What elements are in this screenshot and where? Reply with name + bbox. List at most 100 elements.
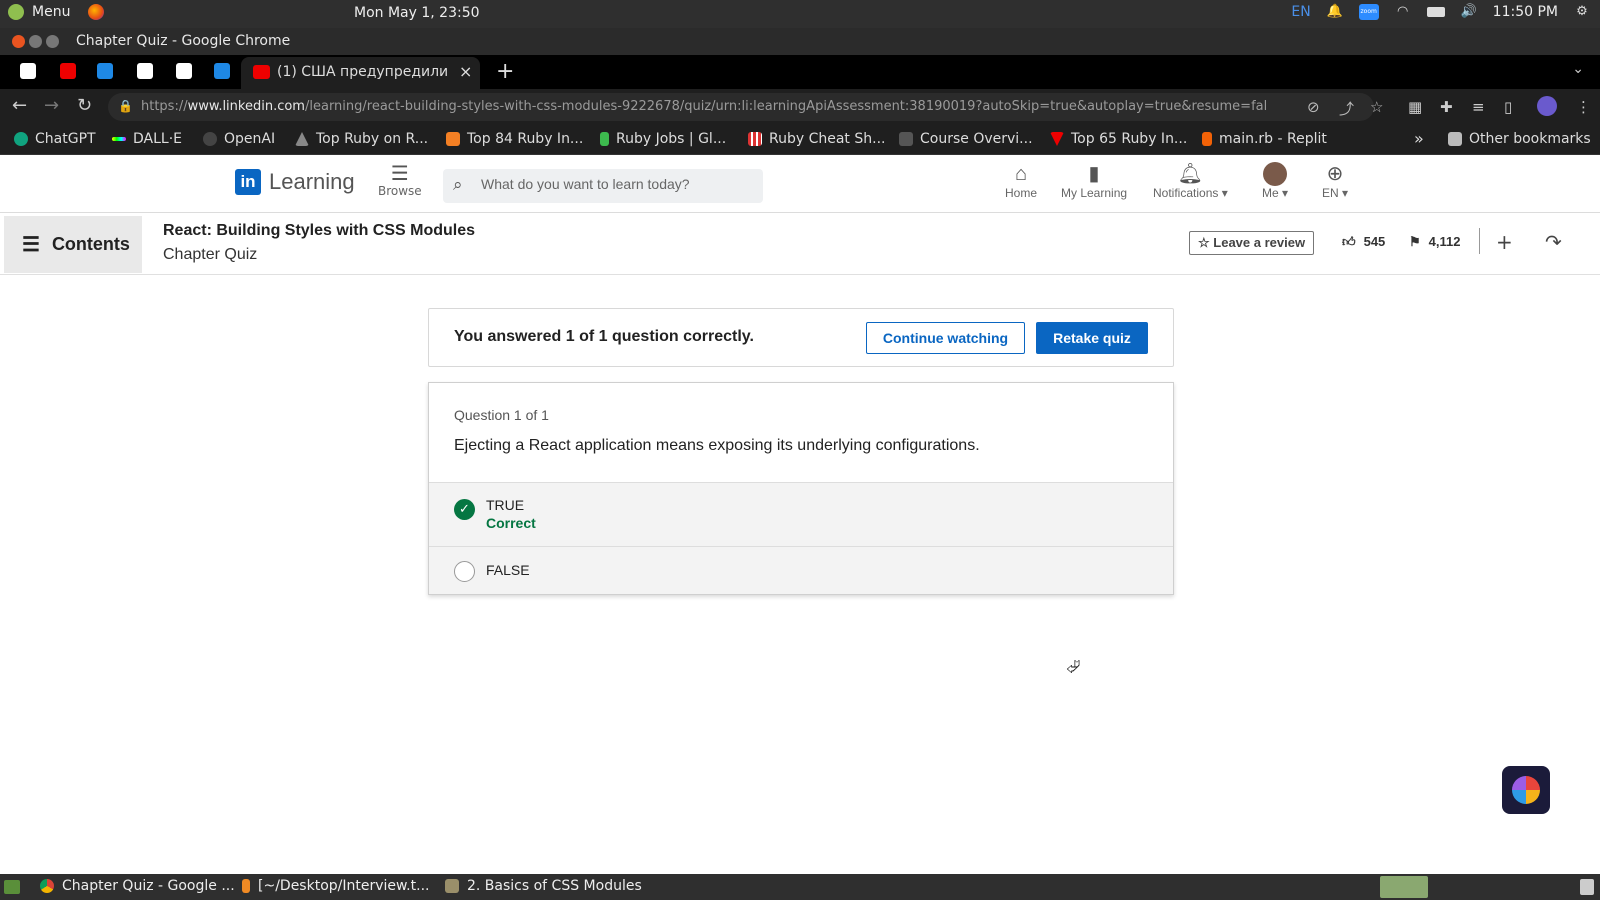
bookmark-icon <box>748 132 762 146</box>
answer-option-false[interactable]: FALSE <box>429 546 1173 594</box>
share-icon[interactable]: ⤴ <box>1339 98 1354 119</box>
bookmark-item[interactable]: main.rb - Replit <box>1202 131 1327 147</box>
url-path: /learning/react-building-styles-with-css… <box>304 99 1266 114</box>
workspace-indicator[interactable] <box>1380 876 1428 898</box>
continue-watching-button[interactable]: Continue watching <box>866 322 1025 354</box>
bookmark-item[interactable]: Top Ruby on R... <box>295 131 428 147</box>
address-bar[interactable]: 🔒 https://www.linkedin.com/learning/reac… <box>108 93 1383 121</box>
bookmarks-overflow-icon[interactable]: » <box>1414 129 1424 148</box>
star-outline-icon: ☆ <box>1198 235 1210 250</box>
bookmark-item[interactable]: Ruby Cheat Sh... <box>748 131 885 147</box>
share-arrow-icon[interactable]: ↷ <box>1545 230 1562 254</box>
mountain-icon <box>295 132 309 146</box>
os-datetime[interactable]: Mon May 1, 23:50 <box>354 5 480 21</box>
close-tab-icon[interactable]: × <box>459 62 472 81</box>
trash-icon[interactable] <box>1580 879 1594 895</box>
bookmark-label: Top 84 Ruby In... <box>467 131 584 147</box>
nav-home[interactable]: ⌂ Home <box>1005 162 1037 200</box>
url-prefix: https:// <box>141 99 188 114</box>
taskbar-item-editor[interactable]: [~/Desktop/Interview.t... <box>242 878 429 894</box>
contents-label: Contents <box>51 234 130 254</box>
firefox-icon[interactable] <box>88 4 105 20</box>
window-close-icon[interactable] <box>12 35 25 48</box>
chatgpt-icon <box>14 132 28 146</box>
window-minimize-icon[interactable] <box>29 35 42 48</box>
new-tab-button[interactable]: + <box>496 59 514 84</box>
bookmark-item[interactable]: DALL·E <box>112 131 182 147</box>
settings-gear-icon[interactable]: ⚙ <box>1574 5 1590 19</box>
bookmark-item[interactable]: Top 65 Ruby In... <box>1050 131 1187 147</box>
qr-code-icon[interactable]: ▦ <box>1408 98 1422 116</box>
nav-language[interactable]: ⊕ EN ▾ <box>1322 162 1348 200</box>
tab-medium-icon[interactable] <box>137 63 153 79</box>
window-maximize-icon[interactable] <box>46 35 59 48</box>
retake-quiz-button[interactable]: Retake quiz <box>1036 322 1148 354</box>
other-bookmarks[interactable]: Other bookmarks <box>1448 131 1591 147</box>
search-box[interactable]: ⌕ <box>443 169 763 203</box>
lock-icon[interactable]: 🔒 <box>118 99 133 113</box>
contents-button[interactable]: ☰ Contents <box>4 216 142 273</box>
tab-search-icon[interactable]: ⌄ <box>1572 61 1584 77</box>
forward-icon[interactable]: → <box>44 95 59 116</box>
taskbar-item-folder[interactable]: 2. Basics of CSS Modules <box>445 878 642 894</box>
tab-medium-icon[interactable] <box>20 63 36 79</box>
os-clock[interactable]: 11:50 PM <box>1493 4 1558 20</box>
browse-button[interactable]: ☰ Browse <box>378 162 422 198</box>
nav-me[interactable]: Me ▾ <box>1262 162 1288 200</box>
bookmark-item[interactable]: Top 84 Ruby In... <box>446 131 583 147</box>
tab-video-icon[interactable] <box>97 63 113 79</box>
bookmark-icon: ⚑ <box>1409 234 1421 249</box>
reading-list-icon[interactable]: ≡ <box>1472 98 1485 116</box>
chat-widget-button[interactable] <box>1502 766 1550 814</box>
zoom-tray-icon[interactable]: zoom <box>1358 4 1379 20</box>
add-icon[interactable]: + <box>1496 230 1513 254</box>
star-icon[interactable]: ☆ <box>1370 98 1383 116</box>
like-button[interactable]: 👍︎ 545 <box>1342 234 1385 250</box>
notification-bell-icon[interactable]: 🔔 <box>1327 5 1343 19</box>
wifi-icon[interactable]: ◠ <box>1395 5 1411 19</box>
tab-medium-icon[interactable] <box>176 63 192 79</box>
window-title: Chapter Quiz - Google Chrome <box>76 33 291 49</box>
nav-my-learning[interactable]: ▮ My Learning <box>1061 162 1127 200</box>
course-title[interactable]: React: Building Styles with CSS Modules <box>163 222 475 240</box>
youtube-icon <box>253 65 270 79</box>
kebab-menu-icon[interactable]: ⋮ <box>1576 98 1591 116</box>
window-titlebar: Chapter Quiz - Google Chrome <box>0 28 1600 55</box>
extensions-icon[interactable]: ✚ <box>1440 98 1453 116</box>
tab-video-icon[interactable] <box>214 63 230 79</box>
bell-icon: 🔔︎ <box>1177 163 1204 185</box>
folder-icon <box>445 879 459 893</box>
search-input[interactable] <box>481 176 751 192</box>
back-icon[interactable]: ← <box>12 95 27 116</box>
tab-active[interactable]: (1) США предупредили К × <box>241 57 480 89</box>
openai-icon <box>203 132 217 146</box>
leave-review-button[interactable]: ☆ Leave a review <box>1189 231 1315 255</box>
reload-icon[interactable]: ↻ <box>77 95 92 116</box>
show-desktop-icon[interactable] <box>4 880 20 894</box>
linkedin-learning-logo[interactable]: in Learning <box>235 169 355 195</box>
correct-status: Correct <box>486 515 536 531</box>
browser-toolbar: ← → ↻ 🔒 https://www.linkedin.com/learnin… <box>0 89 1600 125</box>
taskbar-item-chrome[interactable]: Chapter Quiz - Google ... <box>40 878 235 894</box>
battery-icon[interactable] <box>1426 7 1445 17</box>
url-text[interactable]: https://www.linkedin.com/learning/react-… <box>141 99 1266 114</box>
answer-option-true[interactable]: ✓ TRUE Correct <box>429 482 1173 546</box>
profile-avatar-icon[interactable] <box>1537 96 1557 116</box>
save-count: 4,112 <box>1428 234 1461 249</box>
eye-off-icon[interactable]: ⊘ <box>1307 98 1320 116</box>
os-menu-button[interactable]: Menu <box>8 4 105 20</box>
like-count: 545 <box>1363 234 1386 249</box>
volume-icon[interactable]: 🔊 <box>1461 5 1477 19</box>
bookmark-item[interactable]: Ruby Jobs | Gl... <box>600 131 726 147</box>
radio-icon[interactable] <box>454 561 475 582</box>
bookmark-item[interactable]: ChatGPT <box>14 131 96 147</box>
save-button[interactable]: ⚑ 4,112 <box>1409 234 1460 250</box>
divider <box>1479 228 1480 254</box>
keyboard-layout-indicator[interactable]: EN <box>1291 4 1310 20</box>
nav-language-label: EN <box>1322 186 1339 200</box>
tab-youtube-icon[interactable] <box>60 63 76 79</box>
side-panel-icon[interactable]: ▯ <box>1504 98 1512 116</box>
nav-notifications[interactable]: 🔔︎ Notifications ▾ <box>1153 162 1228 200</box>
bookmark-item[interactable]: Course Overvi... <box>899 131 1033 147</box>
bookmark-item[interactable]: OpenAI <box>203 131 275 147</box>
